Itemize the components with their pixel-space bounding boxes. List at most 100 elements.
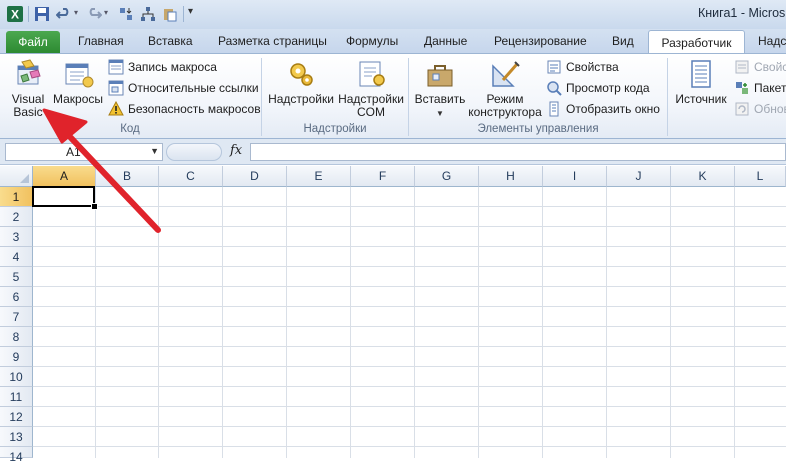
row-header-8[interactable]: 8 (0, 327, 33, 347)
macro-security-label: Безопасность макросов (128, 102, 261, 116)
grid-line (33, 226, 786, 227)
name-box-dropdown-icon[interactable]: ▼ (150, 146, 159, 156)
formula-collapse-handle[interactable] (166, 143, 222, 161)
redo-dropdown-icon[interactable]: ▾ (104, 8, 108, 17)
qat-separator (28, 6, 29, 22)
tab-insert[interactable]: Вставка (148, 29, 193, 53)
refresh-icon (735, 102, 749, 116)
column-header-d[interactable]: D (223, 166, 287, 187)
select-all-corner[interactable] (0, 166, 33, 187)
tab-review[interactable]: Рецензирование (494, 29, 587, 53)
grid-line (542, 187, 543, 458)
row-header-3[interactable]: 3 (0, 227, 33, 247)
column-header-i[interactable]: I (543, 166, 607, 187)
refresh-data-label: Обнов (754, 102, 786, 116)
row-header-14[interactable]: 14 (0, 447, 33, 464)
run-dialog-label: Отобразить окно (566, 102, 660, 116)
grid-line (33, 326, 786, 327)
insert-function-icon[interactable]: fx (230, 143, 242, 158)
grid-line (33, 366, 786, 367)
column-header-g[interactable]: G (415, 166, 479, 187)
row-header-6[interactable]: 6 (0, 287, 33, 307)
grid-line (606, 187, 607, 458)
column-header-c[interactable]: C (159, 166, 223, 187)
column-header-e[interactable]: E (287, 166, 351, 187)
column-header-b[interactable]: B (96, 166, 159, 187)
row-header-5[interactable]: 5 (0, 267, 33, 287)
row-header-10[interactable]: 10 (0, 367, 33, 387)
row-header-13[interactable]: 13 (0, 427, 33, 447)
excel-logo-icon[interactable]: X (6, 5, 24, 23)
save-icon[interactable] (34, 6, 50, 22)
expansion-packs-label: Пакеты (754, 81, 786, 95)
undo-dropdown-icon[interactable]: ▾ (74, 8, 78, 17)
design-mode-button[interactable]: Режим конструктора (468, 58, 542, 119)
undo-icon[interactable] (56, 6, 72, 22)
row-header-1[interactable]: 1 (0, 187, 33, 207)
row-header-4[interactable]: 4 (0, 247, 33, 267)
row-header-2[interactable]: 2 (0, 207, 33, 227)
active-cell-a1[interactable] (32, 186, 95, 207)
column-header-h[interactable]: H (479, 166, 543, 187)
tree-icon[interactable] (140, 6, 156, 22)
qat-separator (183, 6, 184, 22)
grid-line (670, 187, 671, 458)
column-header-j[interactable]: J (607, 166, 671, 187)
spreadsheet-grid[interactable]: A B C D E F G H I J K L 1 2 3 4 5 6 7 8 … (0, 166, 786, 464)
ribbon-panel: Visual Basic Макросы Запись макроса Отно… (0, 53, 786, 139)
com-addins-icon (359, 61, 385, 87)
grid-line (33, 306, 786, 307)
window-title: Книга1 - Micros (698, 6, 786, 20)
tab-view[interactable]: Вид (612, 29, 634, 53)
column-header-a[interactable]: A (33, 166, 96, 187)
ribbon-tabs: Файл Главная Вставка Разметка страницы Ф… (0, 29, 786, 54)
visual-basic-button[interactable]: Visual Basic (8, 58, 48, 119)
grid-line (734, 187, 735, 458)
row-header-12[interactable]: 12 (0, 407, 33, 427)
name-box-value: A1 (66, 145, 81, 159)
column-header-k[interactable]: K (671, 166, 735, 187)
com-addins-button[interactable]: Надстройки COM (336, 58, 406, 119)
svg-text:X: X (11, 8, 19, 22)
visual-basic-icon (17, 59, 41, 85)
tab-developer[interactable]: Разработчик (648, 30, 745, 54)
tab-file[interactable]: Файл (6, 31, 60, 53)
paste-icon[interactable] (162, 6, 178, 22)
name-box[interactable]: A1 ▼ (5, 143, 163, 161)
tab-formulas[interactable]: Формулы (346, 29, 398, 53)
com-addins-label-2: COM (357, 105, 385, 119)
macros-button[interactable]: Макросы (52, 58, 104, 106)
title-bar: X ▾ ▾ ▾ Книга1 - Micros (0, 0, 786, 29)
visual-basic-label-1: Visual (11, 92, 45, 106)
grid-line (286, 187, 287, 458)
insert-control-dropdown-icon: ▼ (436, 109, 444, 118)
row-header-9[interactable]: 9 (0, 347, 33, 367)
qat-customize-icon[interactable]: ▾ (188, 6, 193, 17)
xml-source-button[interactable]: Источник (672, 58, 730, 106)
macros-label: Макросы (52, 92, 104, 106)
sort-icon[interactable] (118, 6, 134, 22)
tab-addins[interactable]: Надст (758, 29, 786, 53)
tab-data[interactable]: Данные (424, 29, 467, 53)
fill-handle[interactable] (91, 203, 98, 210)
insert-control-label: Вставить (414, 92, 466, 106)
relative-references-label: Относительные ссылки (128, 81, 259, 95)
row-header-11[interactable]: 11 (0, 387, 33, 407)
grid-line (414, 187, 415, 458)
grid-line (478, 187, 479, 458)
properties-icon (547, 60, 561, 74)
group-label-controls: Элементы управления (477, 123, 599, 135)
tab-home[interactable]: Главная (78, 29, 124, 53)
design-mode-label-2: конструктора (468, 105, 542, 119)
formula-buttons: fx (166, 143, 248, 161)
relative-references-icon (108, 80, 124, 96)
row-header-7[interactable]: 7 (0, 307, 33, 327)
redo-icon[interactable] (86, 6, 102, 22)
formula-input[interactable] (250, 143, 786, 161)
addins-button[interactable]: Надстройки (266, 58, 336, 106)
insert-control-button[interactable]: Вставить ▼ (412, 58, 468, 120)
tab-page-layout[interactable]: Разметка страницы (218, 29, 327, 53)
column-header-l[interactable]: L (735, 166, 786, 187)
column-header-f[interactable]: F (351, 166, 415, 187)
gears-icon (290, 63, 313, 86)
